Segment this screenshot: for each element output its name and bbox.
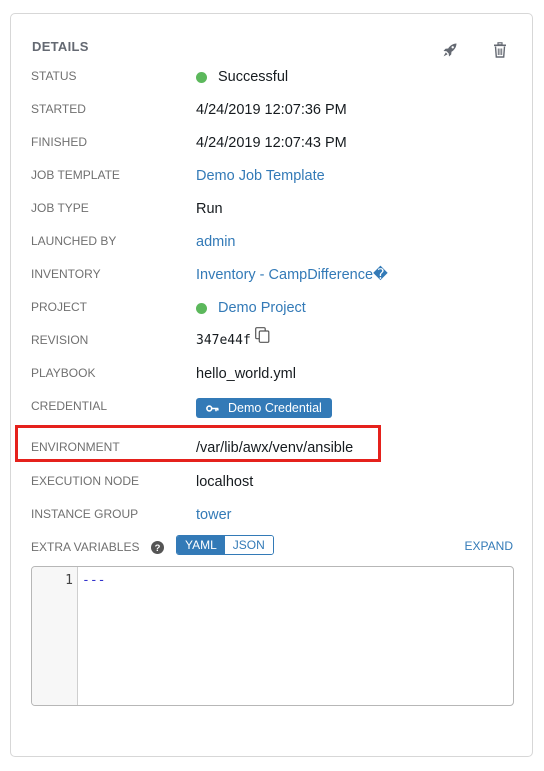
credential-label: CREDENTIAL — [31, 399, 108, 413]
project-status-dot — [196, 302, 207, 314]
status-label: STATUS — [31, 69, 77, 83]
instance-group-row: INSTANCE GROUP tower — [11, 504, 532, 537]
job-type-label: JOB TYPE — [31, 201, 89, 215]
inventory-label: INVENTORY — [31, 267, 101, 281]
instance-group-link[interactable]: tower — [196, 505, 231, 525]
credential-chip[interactable]: Demo Credential — [196, 398, 332, 418]
job-details-panel: DETAILS STATUS Successful STARTED 4/24/2… — [10, 13, 533, 757]
project-link[interactable]: Demo Project — [218, 298, 306, 318]
relaunch-button[interactable] — [439, 39, 461, 61]
revision-value: 347e44f — [196, 327, 270, 351]
started-label: STARTED — [31, 102, 86, 116]
job-type-row: JOB TYPE Run — [11, 198, 532, 231]
extra-variables-label: EXTRA VARIABLES — [31, 540, 140, 554]
line-number: 1 — [65, 573, 73, 588]
format-toggle: YAML JSON — [176, 535, 274, 555]
panel-title: DETAILS — [32, 39, 89, 54]
launched-by-row: LAUNCHED BY admin — [11, 231, 532, 264]
playbook-value: hello_world.yml — [196, 366, 296, 382]
json-toggle-button[interactable]: JSON — [224, 536, 273, 554]
status-text: Successful — [218, 69, 289, 85]
revision-row: REVISION 347e44f — [11, 327, 532, 363]
help-icon[interactable]: ? — [151, 541, 164, 554]
trash-icon — [494, 42, 506, 58]
execution-node-label: EXECUTION NODE — [31, 474, 140, 488]
editor-gutter: 1 — [32, 567, 78, 705]
revision-hash: 347e44f — [196, 333, 251, 348]
job-template-link[interactable]: Demo Job Template — [196, 166, 325, 186]
execution-node-value: localhost — [196, 474, 254, 490]
started-row: STARTED 4/24/2019 12:07:36 PM — [11, 99, 532, 132]
playbook-label: PLAYBOOK — [31, 366, 96, 380]
expand-button[interactable]: EXPAND — [465, 537, 513, 555]
revision-label: REVISION — [31, 333, 89, 347]
job-template-label: JOB TEMPLATE — [31, 168, 120, 182]
finished-row: FINISHED 4/24/2019 12:07:43 PM — [11, 132, 532, 165]
job-type-value: Run — [196, 201, 223, 217]
status-value: Successful — [196, 67, 288, 87]
inventory-link[interactable]: Inventory - CampDifference� — [196, 265, 388, 285]
yaml-toggle-button[interactable]: YAML — [177, 536, 225, 554]
finished-value: 4/24/2019 12:07:43 PM — [196, 135, 347, 151]
environment-highlight-box — [15, 425, 381, 462]
status-success-dot — [196, 71, 207, 83]
svg-text:?: ? — [155, 543, 161, 554]
copy-icon[interactable] — [254, 327, 270, 349]
instance-group-label: INSTANCE GROUP — [31, 507, 139, 521]
status-row: STATUS Successful — [11, 66, 532, 99]
project-value: Demo Project — [196, 298, 306, 318]
started-value: 4/24/2019 12:07:36 PM — [196, 102, 347, 118]
editor-content[interactable]: --- — [78, 567, 513, 705]
inventory-row: INVENTORY Inventory - CampDifference� — [11, 264, 532, 297]
execution-node-row: EXECUTION NODE localhost — [11, 471, 532, 504]
delete-button[interactable] — [489, 39, 511, 61]
launched-by-link[interactable]: admin — [196, 232, 236, 252]
finished-label: FINISHED — [31, 135, 88, 149]
rocket-icon — [443, 43, 457, 57]
project-label: PROJECT — [31, 300, 88, 314]
credential-name: Demo Credential — [228, 401, 322, 415]
credential-value: Demo Credential — [196, 397, 332, 418]
extra-variables-editor[interactable]: 1 --- — [31, 566, 514, 706]
key-icon — [206, 404, 219, 412]
playbook-row: PLAYBOOK hello_world.yml — [11, 363, 532, 396]
launched-by-label: LAUNCHED BY — [31, 234, 117, 248]
code-line: --- — [82, 573, 106, 588]
project-row: PROJECT Demo Project — [11, 297, 532, 330]
job-template-row: JOB TEMPLATE Demo Job Template — [11, 165, 532, 198]
